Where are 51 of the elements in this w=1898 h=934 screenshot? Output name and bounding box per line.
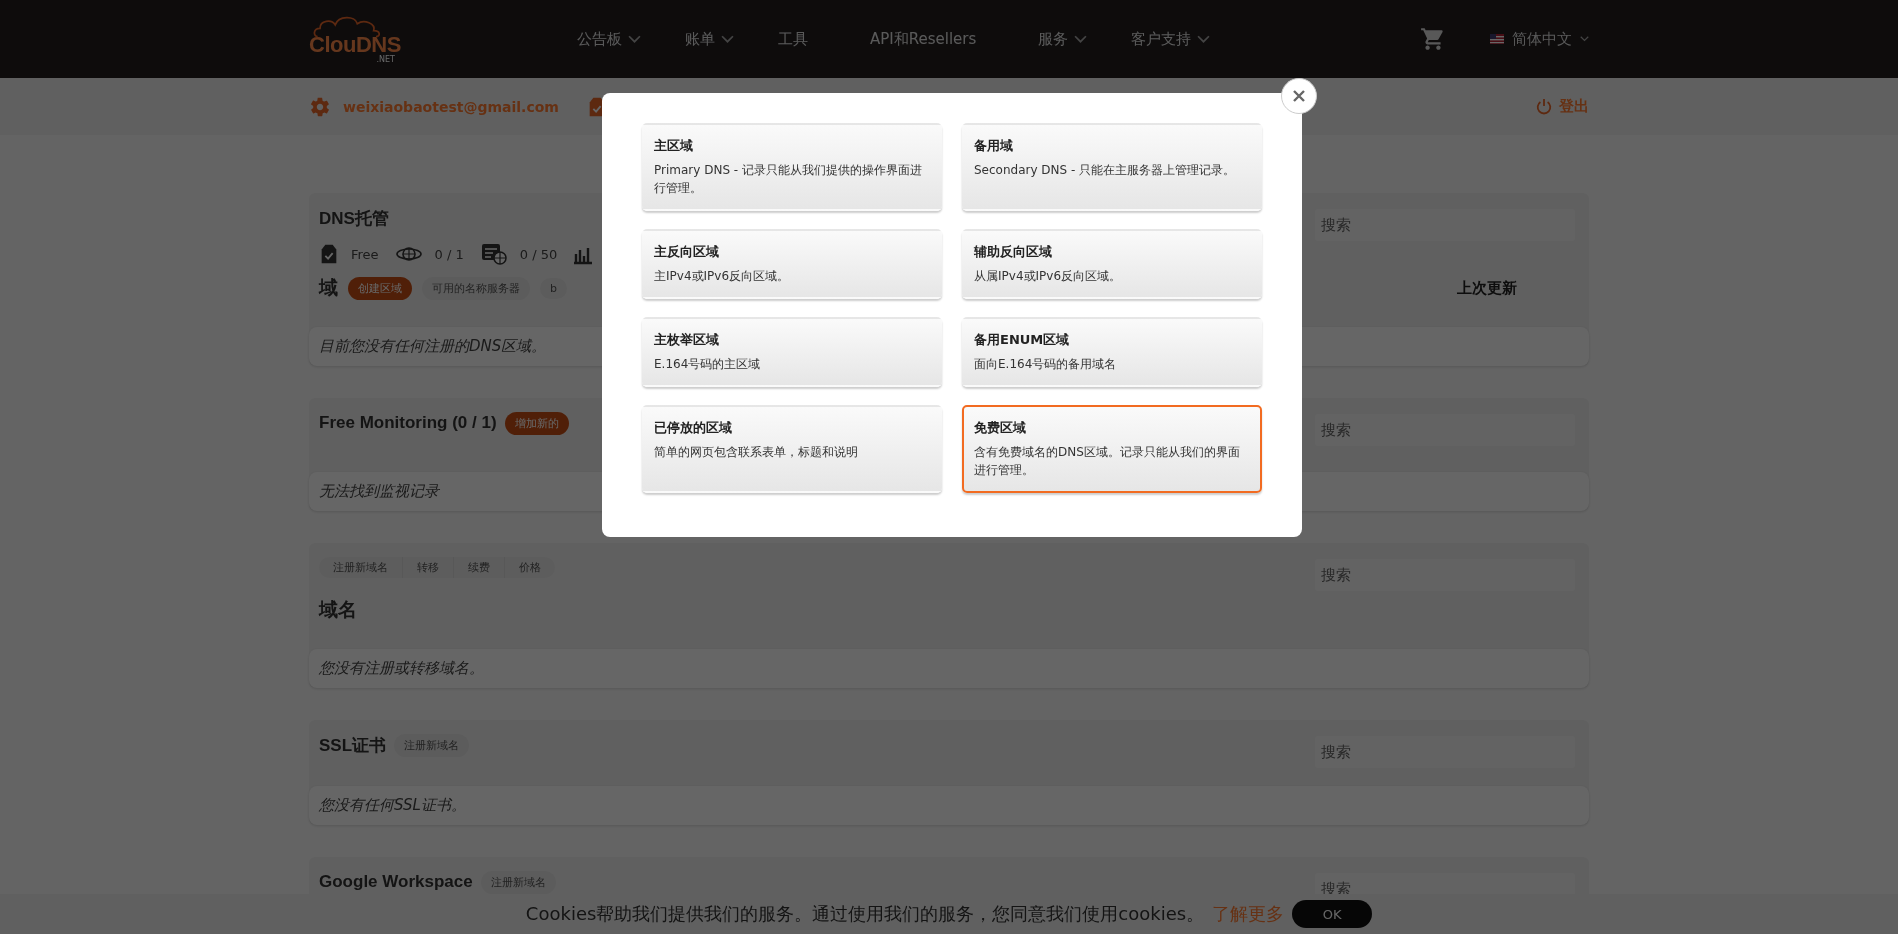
- section-title: Free Monitoring (0 / 1): [319, 413, 497, 433]
- nav-link[interactable]: 公告板: [555, 29, 663, 49]
- option-title: 已停放的区域: [654, 419, 733, 437]
- nav-link[interactable]: 账单: [663, 29, 756, 49]
- stat-value: 0 / 1: [434, 246, 464, 262]
- nav-link[interactable]: 工具: [756, 29, 830, 49]
- learn-more-link[interactable]: 了解更多: [1212, 902, 1285, 926]
- zone-type-option[interactable]: 已停放的区域 简单的网页包含联系表单，标题和说明: [642, 405, 942, 493]
- zone-type-option[interactable]: 主反向区域 主IPv4或IPv6反向区域。: [642, 229, 942, 299]
- option-description: 从属IPv4或IPv6反向区域。: [974, 268, 1123, 285]
- zone-type-option[interactable]: 主区域 Primary DNS - 记录只能从我们提供的操作界面进行管理。: [642, 123, 942, 211]
- account-email-link[interactable]: weixiaobaotest@gmail.com: [343, 98, 559, 115]
- option-title: 主区域: [654, 137, 694, 155]
- logo[interactable]: ClouDNS .NET: [309, 14, 409, 64]
- nav-link[interactable]: API和Resellers: [830, 29, 1017, 49]
- tab-link[interactable]: 价格: [505, 557, 555, 578]
- stat-value: 0 / 50: [519, 246, 558, 262]
- option-title: 辅助反向区域: [974, 243, 1053, 261]
- option-title: 主枚举区域: [654, 331, 720, 349]
- option-title: 主反向区域: [654, 243, 720, 261]
- nav-link[interactable]: 客户支持: [1109, 29, 1233, 49]
- option-description: 主IPv4或IPv6反向区域。: [654, 268, 791, 285]
- tab-link[interactable]: 续费: [454, 557, 505, 578]
- zone-type-option[interactable]: 辅助反向区域 从属IPv4或IPv6反向区域。: [962, 229, 1262, 299]
- action-pill[interactable]: 创建区域: [348, 276, 412, 300]
- nav-link[interactable]: 服务: [1016, 29, 1110, 49]
- zone-type-option[interactable]: 备用ENUM区域 面向E.164号码的备用域名: [962, 317, 1262, 387]
- empty-message: 您没有任何SSL证书。: [309, 786, 1589, 825]
- zone-type-option[interactable]: 备用域 Secondary DNS - 只能在主服务器上管理记录。: [962, 123, 1262, 211]
- action-pill[interactable]: 增加新的: [504, 411, 569, 435]
- ok-button[interactable]: OK: [1292, 900, 1373, 928]
- zone-type-option[interactable]: 主枚举区域 E.164号码的主区域: [642, 317, 942, 387]
- option-description: 简单的网页包含联系表单，标题和说明: [654, 444, 859, 461]
- section-title: SSL证书: [319, 734, 387, 757]
- option-description: Secondary DNS - 只能在主服务器上管理记录。: [974, 162, 1237, 179]
- option-title: 备用ENUM区域: [974, 331, 1071, 349]
- language-selector[interactable]: 简体中文: [1490, 29, 1589, 49]
- option-description: Primary DNS - 记录只能从我们提供的操作界面进行管理。: [654, 162, 923, 197]
- option-title: 免费区域: [974, 419, 1027, 437]
- empty-message: 您没有注册或转移域名。: [309, 649, 1589, 688]
- cookie-text: Cookies帮助我们提供我们的服务。通过使用我们的服务，您同意我们使用cookies。: [525, 902, 1205, 926]
- stat-value: Free: [351, 246, 379, 262]
- section-title: Google Workspace: [319, 872, 473, 892]
- logout-link[interactable]: 登出: [1535, 97, 1589, 116]
- zone-type-option[interactable]: 免费区域 含有免费域名的DNS区域。记录只能从我们的界面进行管理。: [962, 405, 1262, 493]
- action-pill[interactable]: b: [540, 277, 567, 299]
- section-subtitle: 域名: [319, 597, 357, 622]
- section-title: DNS托管: [319, 207, 389, 230]
- column-header: 上次更新: [1457, 278, 1517, 298]
- section-subtitle: 域: [319, 275, 338, 300]
- option-title: 备用域: [974, 137, 1014, 155]
